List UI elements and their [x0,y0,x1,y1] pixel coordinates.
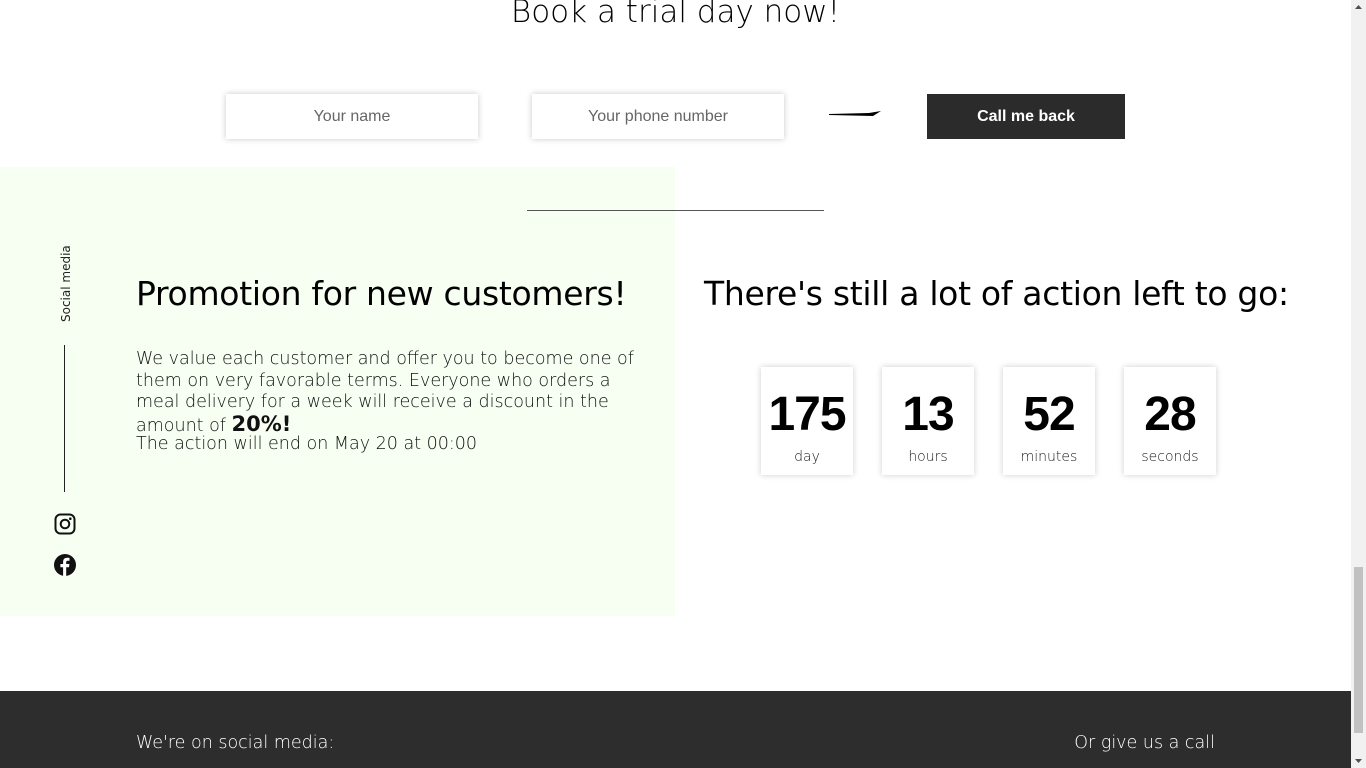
countdown-hours: 13 hours [882,367,974,475]
arrow-right-icon [829,111,881,116]
social-divider [64,345,65,492]
countdown-title: There's still a lot of action left to go… [704,274,1289,313]
footer: We're on social media: Or give us a call [0,691,1351,768]
promo-text: We value each customer and offer you to … [136,349,634,436]
booking-title: Book a trial day now! [510,0,841,30]
call-me-back-button[interactable]: Call me back [927,94,1125,139]
countdown-seconds: 28 seconds [1124,367,1216,475]
scroll-up-arrow-icon[interactable] [1351,0,1366,15]
footer-call-title: Or give us a call [1074,733,1215,753]
countdown-label: seconds [1141,449,1199,465]
page: Book a trial day now! Call me back Socia… [0,0,1351,768]
facebook-icon[interactable] [54,554,76,576]
countdown-value: 52 [1023,388,1075,441]
social-media-label: Social media [59,245,73,322]
countdown-label: day [794,449,820,465]
countdown-value: 175 [768,388,846,441]
discount-value: 20%! [231,411,292,436]
countdown-label: hours [908,449,948,465]
promo-title: Promotion for new customers! [136,274,627,313]
countdown-days: 175 day [761,367,853,475]
countdown-value: 28 [1144,388,1196,441]
divider [527,210,824,211]
countdown-minutes: 52 minutes [1003,367,1095,475]
scrollbar[interactable] [1351,0,1366,768]
scrollbar-thumb[interactable] [1354,567,1363,733]
promo-description: We value each customer and offer you to … [136,349,656,437]
instagram-icon[interactable] [54,513,76,535]
footer-social-title: We're on social media: [136,733,335,753]
scroll-down-arrow-icon[interactable] [1351,753,1366,768]
phone-input[interactable] [532,94,784,139]
countdown-label: minutes [1020,449,1078,465]
countdown-value: 13 [902,388,954,441]
name-input[interactable] [226,94,478,139]
promo-end-date: The action will end on May 20 at 00:00 [136,434,478,454]
